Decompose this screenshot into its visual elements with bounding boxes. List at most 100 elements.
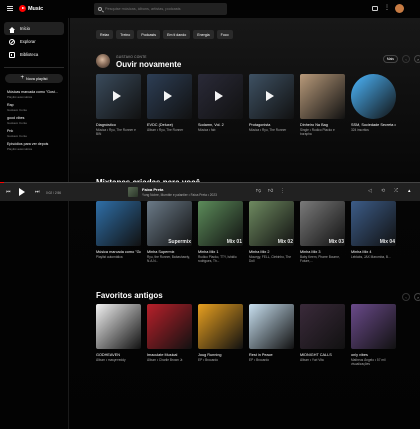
card[interactable]: only vibes Matheus Ângelo • 57 mil visual… — [351, 304, 396, 367]
card-subtitle: EP • Brocardo — [249, 358, 270, 362]
sidebar-item-home[interactable]: Início — [4, 22, 64, 35]
repeat-icon[interactable]: ⟲ — [381, 189, 385, 194]
chip-treino[interactable]: Treino — [116, 30, 135, 39]
search-input[interactable] — [105, 7, 215, 11]
card[interactable]: Joug Running EP • Brocardo — [198, 304, 243, 367]
play-icon[interactable] — [19, 188, 25, 196]
play-icon[interactable] — [113, 91, 121, 101]
card[interactable]: Música marcada como "Gostei"Playlist aut… — [96, 201, 141, 264]
card-thumbnail[interactable] — [96, 304, 141, 349]
user-avatar — [96, 54, 110, 68]
card-thumbnail[interactable] — [300, 304, 345, 349]
chip-energia[interactable]: Energia — [193, 30, 214, 39]
card-subtitle: Single • Rudico Placko e borapha — [300, 128, 335, 137]
cast-icon[interactable] — [372, 6, 378, 11]
logo-text: Music — [28, 5, 44, 12]
chevron-right-icon[interactable]: › — [414, 55, 420, 63]
more-button[interactable]: Mais — [382, 55, 398, 63]
card-subtitle: Leblabs, JAX Maromba, B... — [351, 255, 391, 259]
playlist-subtitle: Gustavo Conte — [7, 108, 28, 112]
card-thumbnail[interactable] — [147, 74, 192, 119]
card-thumbnail[interactable] — [249, 74, 294, 119]
playlist-item[interactable]: good vibes Gustavo Conte — [0, 116, 68, 125]
previous-icon[interactable]: ⏮ — [6, 190, 11, 195]
card-thumbnail[interactable] — [147, 304, 192, 349]
card-thumbnail[interactable]: Supermix — [147, 201, 192, 246]
card-thumbnail[interactable] — [300, 74, 345, 119]
card-subtitle: Playlist automática — [96, 255, 123, 259]
card-subtitle: Música • Ryu, The Runner e BIN — [96, 128, 136, 137]
card[interactable]: Supermix Minha Supermix Ryu, the Runner, B… — [147, 201, 192, 264]
chevron-right-icon[interactable]: › — [414, 293, 420, 301]
card[interactable]: Mix 02 Minha Mix 2 Mouegy, FELL, Clebinho,… — [249, 201, 294, 264]
chip-em-ti-dando[interactable]: Em ti dando — [163, 30, 191, 39]
card-thumbnail[interactable] — [351, 304, 396, 349]
card[interactable]: Mix 04 Minha Mix 4 Leblabs, JAX Maromba, B… — [351, 201, 396, 264]
playlist-item[interactable]: Músicas marcada como "Gost... Playlist a… — [0, 90, 68, 99]
card[interactable]: SSM, Sociedade Secreta dos Magrão324 ins… — [351, 74, 396, 137]
new-playlist-button[interactable]: + Nova playlist — [5, 74, 63, 83]
card[interactable]: Imaculate Musical Álbum • Charlie Brown J… — [147, 304, 192, 367]
progress-bar[interactable] — [0, 182, 420, 183]
volume-icon[interactable]: ◁ — [368, 189, 372, 194]
card-subtitle: 324 inscritos — [351, 128, 369, 132]
card[interactable]: Protagonista Música • Ryu, The Runner — [249, 74, 294, 137]
chip-podcasts[interactable]: Podcasts — [137, 30, 161, 39]
chevron-left-icon[interactable]: ‹ — [402, 293, 410, 301]
card-thumbnail[interactable]: Mix 01 — [198, 201, 243, 246]
play-icon[interactable] — [215, 91, 223, 101]
playlist-item[interactable]: Episódios para ver depois Playlist autom… — [0, 142, 68, 151]
more-options-icon[interactable]: ⋮ — [384, 5, 390, 11]
playlist-item[interactable]: Rap Gustavo Conte — [0, 103, 68, 112]
now-playing-artwork[interactable] — [128, 187, 138, 197]
search-bar[interactable] — [94, 3, 227, 15]
card-thumbnail[interactable]: Mix 03 — [300, 201, 345, 246]
card[interactable]: MIDNIGHT CALLS Álbum • Yuri Vita — [300, 304, 345, 367]
like-icon[interactable]: 👍︎ — [268, 189, 273, 194]
more-options-icon[interactable]: ⋮ — [280, 189, 285, 194]
card[interactable]: Sodamn, Vol. 2 Música • fab — [198, 74, 243, 137]
next-icon[interactable]: ⏭ — [35, 190, 40, 195]
card-subtitle: Baby Keem, Pharre Bourne, Future,... — [300, 255, 340, 264]
card-thumbnail[interactable] — [96, 201, 141, 246]
card[interactable]: Rest in Peace EP • Brocardo — [249, 304, 294, 367]
card-thumbnail[interactable] — [198, 74, 243, 119]
sidebar: Início Explorar Biblioteca + Nova playli… — [0, 18, 69, 429]
shuffle-icon[interactable]: ⤮ — [394, 189, 398, 194]
card-thumbnail[interactable]: Mix 02 — [249, 201, 294, 246]
chevron-left-icon[interactable]: ‹ — [402, 55, 410, 63]
chip-foco[interactable]: Foco — [216, 30, 233, 39]
sidebar-item-explore[interactable]: Explorar — [4, 35, 64, 48]
card[interactable]: GODHEAVEN Álbum • mavyrrreddy — [96, 304, 141, 367]
card-subtitle: Mouegy, FELL, Clebinho, The Doll — [249, 255, 292, 264]
time-display: 0:02 / 2:56 — [46, 191, 62, 195]
play-icon[interactable] — [164, 91, 172, 101]
expand-icon[interactable]: ▴ — [408, 189, 411, 194]
card[interactable]: Mix 01 Minha Mix 1 Rudico Placko, TTY, Ish… — [198, 201, 243, 264]
card-thumbnail[interactable] — [96, 74, 141, 119]
card-thumbnail[interactable] — [198, 304, 243, 349]
logo[interactable]: Music — [19, 5, 43, 12]
play-icon[interactable] — [266, 91, 274, 101]
card-subtitle: Álbum • Yuri Vita — [300, 358, 324, 362]
card-thumbnail[interactable] — [351, 74, 396, 119]
card[interactable]: Diagnóstico Música • Ryu, The Runner e BI… — [96, 74, 141, 137]
now-playing-meta[interactable]: Yung Nobre, Mumble e palantier • Faixa P… — [142, 193, 217, 197]
card-subtitle: Rudico Placko, TTY, Ishidio rodrigues, T… — [198, 255, 237, 264]
sidebar-item-label: Biblioteca — [20, 52, 39, 57]
playlist-item[interactable]: Pnk Gustavo Conte — [0, 129, 68, 138]
mix-label: Mix 04 — [379, 239, 395, 245]
menu-icon[interactable] — [7, 6, 13, 11]
chip-relax[interactable]: Relax — [96, 30, 114, 39]
card[interactable]: EVDC (Deluxe) Álbum • Ryu, The Runner — [147, 74, 192, 137]
card-thumbnail[interactable] — [249, 304, 294, 349]
section-title: Favoritos antigos — [96, 291, 163, 300]
card[interactable]: Dinheiro Na Bag Single • Rudico Placko e … — [300, 74, 345, 137]
dislike-icon[interactable]: 👎︎ — [256, 189, 261, 194]
section-listen-again: GUSTAVO CONTE Ouvir novamente Mais ‹ › D… — [96, 52, 420, 136]
now-playing-title[interactable]: Faixa Preta — [142, 187, 163, 192]
avatar[interactable] — [395, 4, 404, 13]
card-thumbnail[interactable]: Mix 04 — [351, 201, 396, 246]
sidebar-item-library[interactable]: Biblioteca — [4, 48, 64, 61]
card[interactable]: Mix 03 Minha Mix 3 Baby Keem, Pharre Bourn… — [300, 201, 345, 264]
